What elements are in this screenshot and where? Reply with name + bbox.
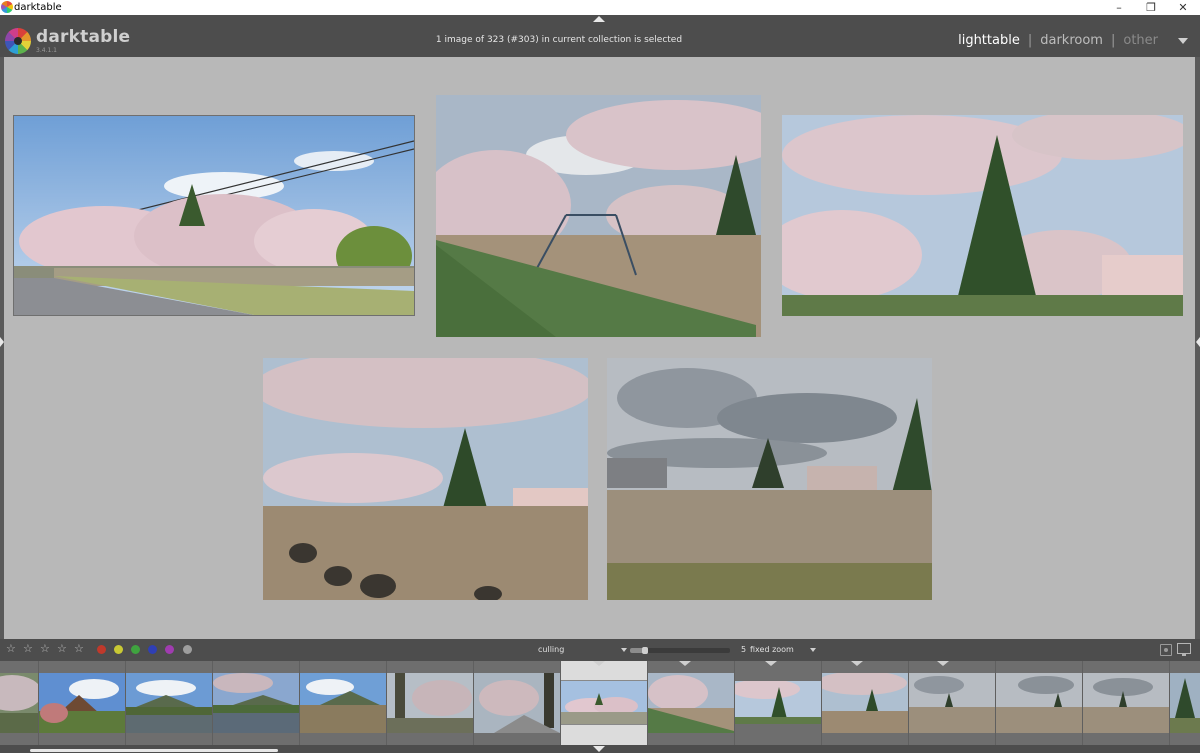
- filmstrip-thumb[interactable]: [300, 661, 387, 745]
- view-other[interactable]: other: [1123, 33, 1158, 48]
- zoom-mode-chevron-down-icon[interactable]: [810, 648, 816, 652]
- collapse-left-panel-arrow[interactable]: [0, 337, 4, 347]
- star-rating-5[interactable]: ☆: [74, 642, 84, 656]
- collapse-bottom-panel-arrow[interactable]: [593, 746, 605, 752]
- filmstrip-marker: [679, 661, 691, 666]
- filmstrip-thumb[interactable]: [1170, 661, 1200, 745]
- view-separator: |: [1110, 33, 1116, 48]
- filmstrip-thumb[interactable]: [822, 661, 909, 745]
- filmstrip-thumb[interactable]: [0, 661, 39, 745]
- color-label-blue[interactable]: [148, 645, 157, 654]
- star-rating-4[interactable]: ☆: [57, 642, 67, 656]
- color-label-red[interactable]: [97, 645, 106, 654]
- photo-cloudy-field[interactable]: [607, 358, 932, 600]
- photo-swings[interactable]: [436, 95, 761, 337]
- zoom-mode-select[interactable]: fixed zoom: [750, 645, 794, 654]
- filmstrip-thumb[interactable]: [735, 661, 822, 745]
- app-icon: [1, 1, 13, 13]
- layout-chevron-down-icon[interactable]: [621, 648, 627, 652]
- view-menu-chevron-down-icon[interactable]: [1178, 38, 1188, 44]
- filmstrip-thumb[interactable]: [213, 661, 300, 745]
- bottom-toolbar: [0, 639, 1200, 661]
- color-label-purple[interactable]: [165, 645, 174, 654]
- color-label-yellow[interactable]: [114, 645, 123, 654]
- focus-peaking-icon[interactable]: [1160, 644, 1172, 656]
- star-rating-1[interactable]: ☆: [6, 642, 16, 656]
- filmstrip-marker: [851, 661, 863, 666]
- filmstrip-thumb[interactable]: [1083, 661, 1170, 745]
- window-titlebar: darktable – ❐ ✕: [0, 0, 1200, 15]
- zoom-slider-handle[interactable]: [642, 647, 648, 654]
- star-rating-2[interactable]: ☆: [23, 642, 33, 656]
- maximize-button[interactable]: ❐: [1136, 0, 1166, 15]
- logo-text: darktable: [36, 27, 131, 47]
- color-label-green[interactable]: [131, 645, 140, 654]
- filmstrip-thumb[interactable]: [909, 661, 996, 745]
- filmstrip-current-marker: [593, 661, 605, 666]
- view-separator: |: [1027, 33, 1033, 48]
- photo-school-tree[interactable]: [782, 115, 1183, 316]
- filmstrip-thumb[interactable]: [996, 661, 1083, 745]
- filmstrip-thumb[interactable]: [648, 661, 735, 745]
- logo-version: 3.4.1.1: [36, 47, 57, 54]
- filmstrip-marker: [937, 661, 949, 666]
- photo-schoolyard-tires[interactable]: [263, 358, 588, 600]
- filmstrip-scrollbar[interactable]: [30, 749, 278, 752]
- darktable-logo-icon: [5, 28, 31, 54]
- filmstrip-thumb[interactable]: [387, 661, 474, 745]
- filmstrip-marker: [765, 661, 777, 666]
- view-lighttable[interactable]: lighttable: [958, 33, 1020, 48]
- collapse-right-panel-arrow[interactable]: [1196, 337, 1200, 347]
- view-switcher: lighttable | darkroom | other: [958, 33, 1158, 48]
- zoom-count: 5: [741, 645, 747, 654]
- filmstrip-thumb[interactable]: [126, 661, 213, 745]
- window-title: darktable: [14, 2, 62, 13]
- view-darkroom[interactable]: darkroom: [1040, 33, 1103, 48]
- star-rating-3[interactable]: ☆: [40, 642, 50, 656]
- collapse-top-panel-arrow[interactable]: [593, 16, 605, 22]
- photo-cherry-road[interactable]: [13, 115, 415, 316]
- filmstrip-thumb-selected[interactable]: [561, 661, 648, 745]
- display-profile-icon[interactable]: [1177, 643, 1191, 656]
- minimize-button[interactable]: –: [1104, 0, 1134, 15]
- selection-status: 1 image of 323 (#303) in current collect…: [435, 35, 683, 45]
- filmstrip: [0, 661, 1200, 745]
- layout-select[interactable]: culling: [538, 645, 564, 654]
- filmstrip-thumb[interactable]: [474, 661, 561, 745]
- zoom-slider[interactable]: [630, 647, 730, 654]
- filmstrip-thumb[interactable]: [39, 661, 126, 745]
- color-label-clear[interactable]: [183, 645, 192, 654]
- close-button[interactable]: ✕: [1168, 0, 1198, 15]
